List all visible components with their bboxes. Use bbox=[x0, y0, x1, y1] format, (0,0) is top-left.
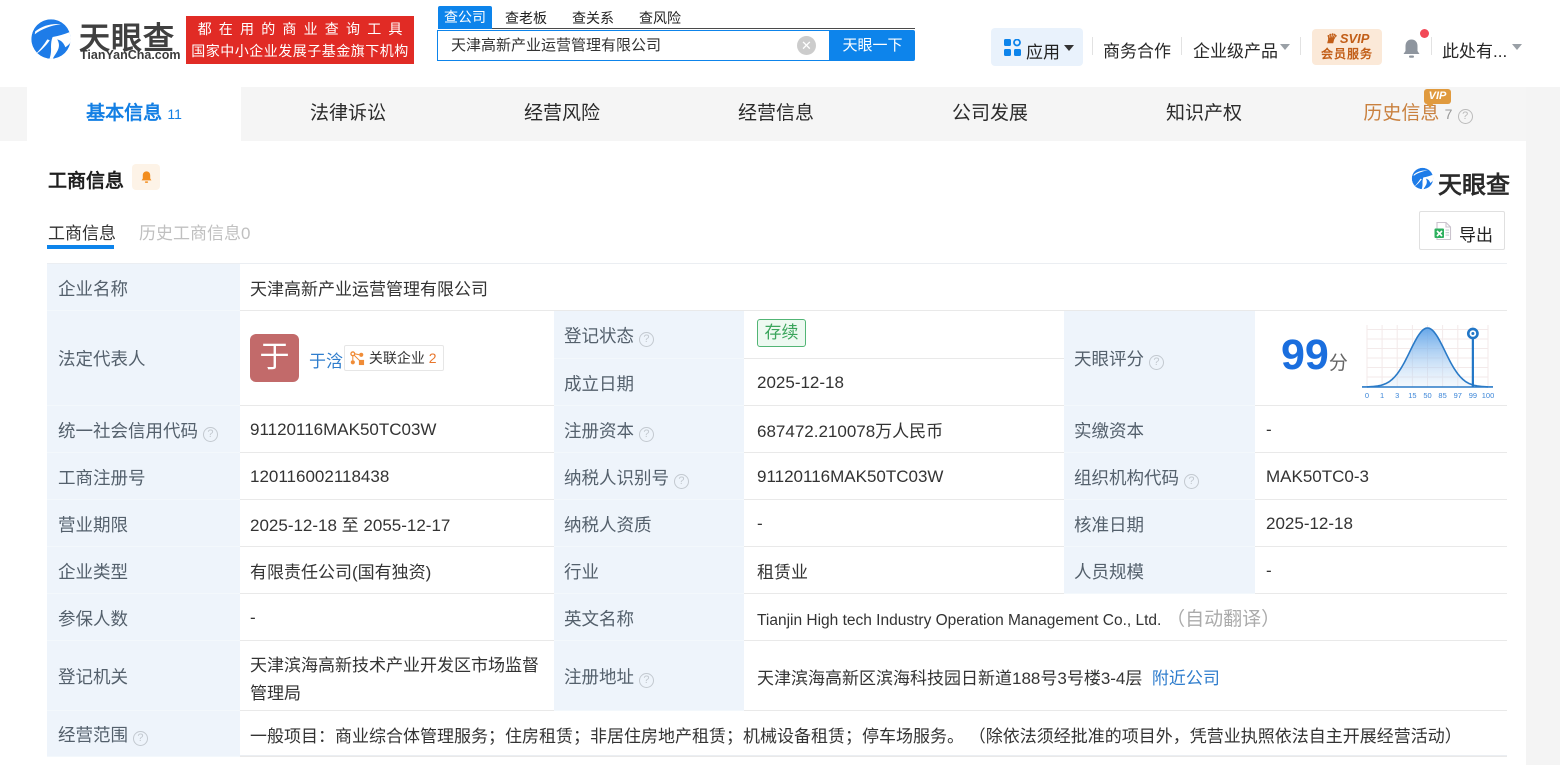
svg-text:97: 97 bbox=[1454, 391, 1462, 400]
svg-text:85: 85 bbox=[1438, 391, 1446, 400]
svg-text:3: 3 bbox=[1395, 391, 1399, 400]
svg-text:50: 50 bbox=[1423, 391, 1431, 400]
svg-text:99: 99 bbox=[1469, 391, 1477, 400]
svg-text:100: 100 bbox=[1482, 391, 1495, 400]
svg-text:0: 0 bbox=[1365, 391, 1369, 400]
svg-text:15: 15 bbox=[1408, 391, 1416, 400]
svg-text:1: 1 bbox=[1380, 391, 1384, 400]
